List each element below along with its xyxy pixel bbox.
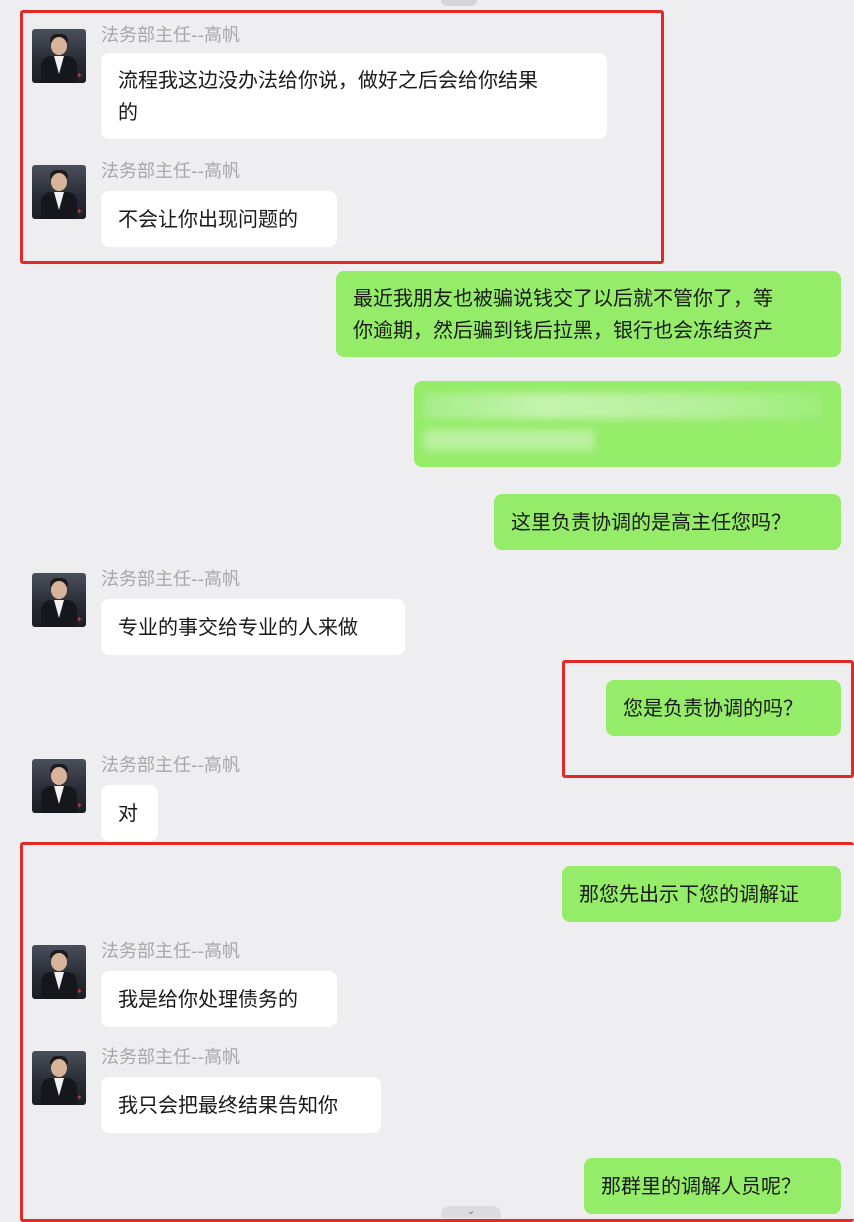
message-text: 这里负责协调的是高主任您吗？ [511,510,791,534]
badge-icon: ✦ [76,615,83,624]
message-bubble-incoming[interactable]: 专业的事交给专业的人来做 [101,599,405,655]
highlight-box [20,842,854,1222]
highlight-box [20,10,664,264]
sender-name: 法务部主任--高帆 [101,569,240,590]
message-text: 你逾期，然后骗到钱后拉黑，银行也会冻结资产 [353,318,773,342]
message-bubble-outgoing[interactable]: 这里负责协调的是高主任您吗？ [494,494,841,550]
scroll-top-indicator [441,0,477,6]
message-bubble-outgoing[interactable]: 最近我朋友也被骗说钱交了以后就不管你了，等 你逾期，然后骗到钱后拉黑，银行也会冻… [336,271,841,357]
badge-icon: ✦ [76,801,83,810]
sender-name: 法务部主任--高帆 [101,755,240,776]
message-text: 专业的事交给专业的人来做 [118,615,358,639]
chevron-down-icon[interactable]: ⌄ [441,1206,501,1218]
message-text: 最近我朋友也被骗说钱交了以后就不管你了，等 [353,286,773,310]
message-bubble-incoming[interactable]: 对 [101,785,158,841]
highlight-box [562,660,854,778]
message-bubble-blurred[interactable] [414,381,841,467]
message-text: 对 [118,801,138,825]
